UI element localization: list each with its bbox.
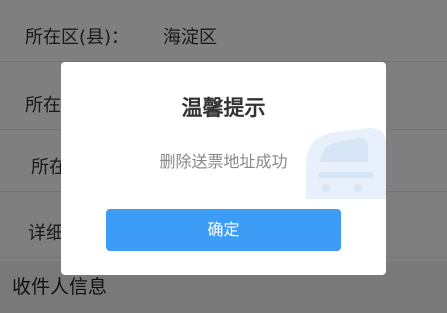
address-form-page: 所在区(县)： 海淀区 所在 所在 详细 收件人信息 温馨提示 删除送票地址成功… <box>0 0 447 313</box>
dialog-title: 温馨提示 <box>181 96 266 120</box>
tip-dialog: 温馨提示 删除送票地址成功 确定 <box>61 62 386 275</box>
dialog-message: 删除送票地址成功 <box>159 152 288 171</box>
confirm-button[interactable]: 确定 <box>106 209 341 251</box>
